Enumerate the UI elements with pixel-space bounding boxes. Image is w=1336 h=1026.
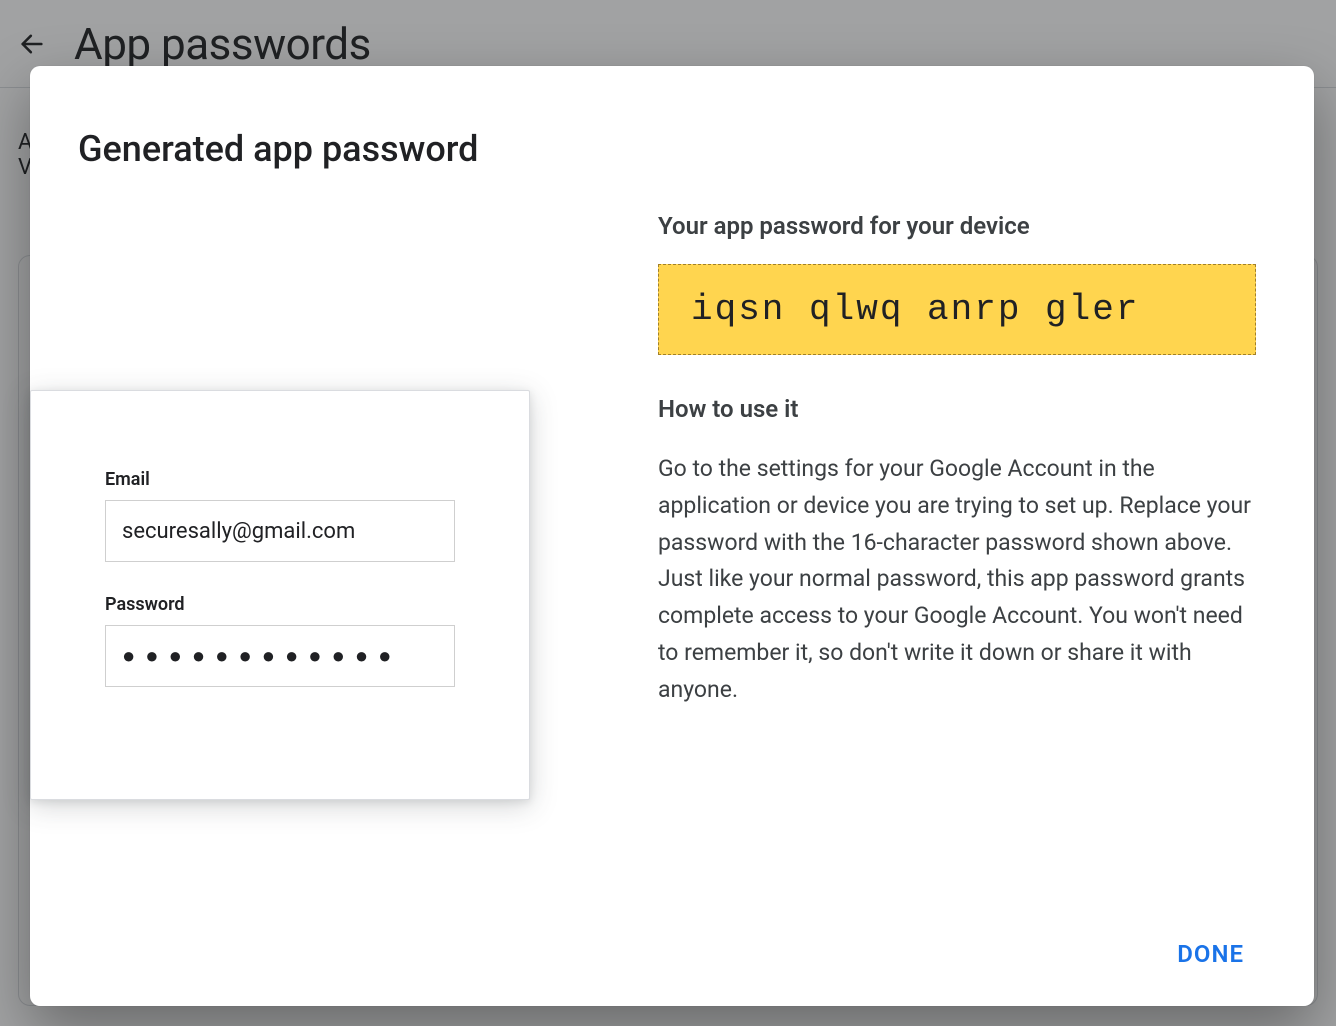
done-button[interactable]: DONE xyxy=(1165,932,1256,976)
login-illustration-column: Email Password ●●●●●●●●●●●● xyxy=(78,210,598,922)
device-password-heading: Your app password for your device xyxy=(658,212,1256,240)
password-field[interactable]: ●●●●●●●●●●●● xyxy=(105,625,455,687)
generated-app-password-dialog: Generated app password Email Password ●●… xyxy=(30,66,1314,1006)
password-label: Password xyxy=(105,594,455,615)
dialog-title: Generated app password xyxy=(78,128,1266,170)
generated-password-value[interactable]: iqsn qlwq anrp gler xyxy=(658,264,1256,355)
email-label: Email xyxy=(105,469,455,490)
dialog-actions: DONE xyxy=(78,922,1266,976)
dialog-content: Email Password ●●●●●●●●●●●● Your app pas… xyxy=(78,210,1266,922)
login-preview-card: Email Password ●●●●●●●●●●●● xyxy=(30,390,530,800)
email-field[interactable] xyxy=(105,500,455,562)
how-to-use-heading: How to use it xyxy=(658,395,1256,423)
how-to-use-body: Go to the settings for your Google Accou… xyxy=(658,451,1256,709)
instructions-column: Your app password for your device iqsn q… xyxy=(658,210,1266,922)
